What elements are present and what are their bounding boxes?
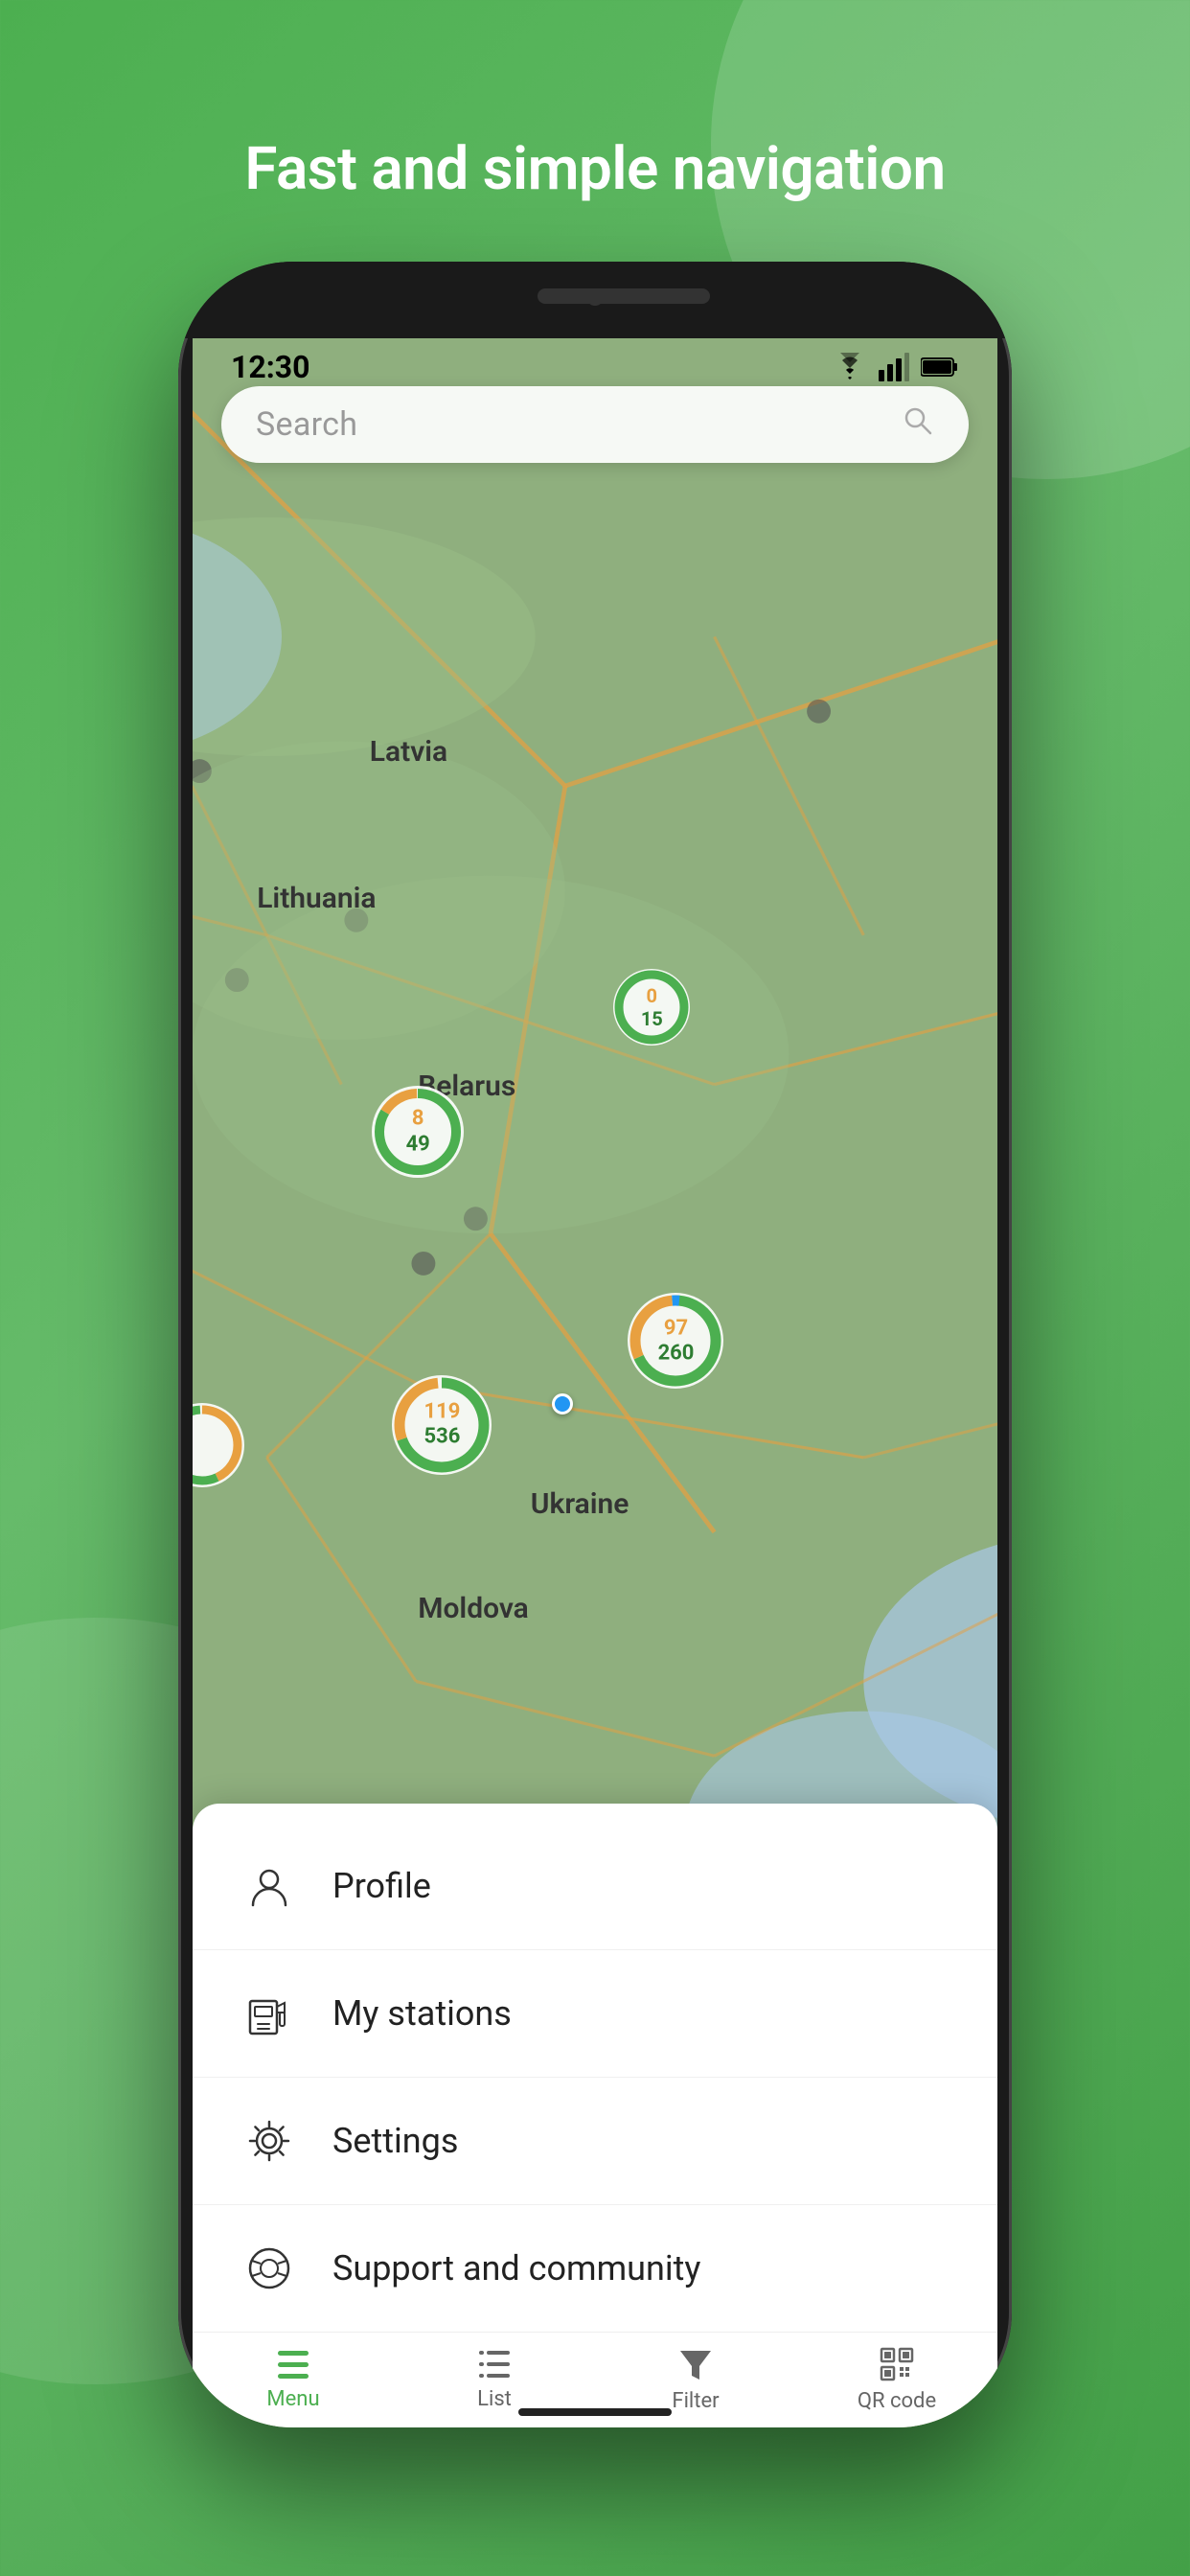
cluster-3-bottom: 536 xyxy=(423,1425,460,1450)
menu-item-settings[interactable]: Settings xyxy=(193,2078,997,2205)
nav-label-qr: QR code xyxy=(858,2389,936,2413)
cluster-2-bottom: 15 xyxy=(641,1007,663,1030)
nav-label-filter: Filter xyxy=(672,2389,719,2413)
phone-screen: Latvia Lithuania Belarus Ukraine Moldova… xyxy=(193,338,997,2427)
menu-item-profile[interactable]: Profile xyxy=(193,1823,997,1950)
menu-nav-icon xyxy=(274,2349,312,2380)
phone-speaker xyxy=(538,288,710,304)
signal-icon xyxy=(879,353,909,381)
cluster-2[interactable]: 0 15 xyxy=(606,962,698,1053)
status-icons xyxy=(833,353,959,381)
cluster-4-bottom: 260 xyxy=(658,1342,695,1367)
menu-item-support-label: Support and community xyxy=(332,2248,700,2288)
filter-nav-icon xyxy=(678,2347,713,2381)
cluster-3-top: 119 xyxy=(423,1399,460,1424)
profile-icon xyxy=(240,1857,298,1915)
cluster-1-bottom: 49 xyxy=(406,1132,430,1157)
nav-label-list: List xyxy=(477,2387,512,2411)
battery-icon xyxy=(921,356,959,378)
menu-item-my-stations-label: My stations xyxy=(332,1993,512,2034)
search-icon xyxy=(902,404,934,446)
nav-label-menu: Menu xyxy=(266,2387,319,2411)
search-bar[interactable]: Search xyxy=(221,386,969,463)
page-title: Fast and simple navigation xyxy=(244,134,945,204)
qr-nav-icon xyxy=(880,2347,914,2381)
menu-item-support[interactable]: Support and community xyxy=(193,2205,997,2332)
cluster-1-top: 8 xyxy=(406,1107,430,1132)
cluster-1[interactable]: 8 49 xyxy=(365,1079,470,1184)
nav-item-qr[interactable]: QR code xyxy=(796,2333,997,2427)
list-nav-icon xyxy=(475,2349,514,2380)
cluster-4[interactable]: 97 260 xyxy=(621,1286,731,1396)
cluster-4-top: 97 xyxy=(658,1317,695,1342)
bottom-sheet: Profile My stations xyxy=(193,1804,997,2332)
status-time: 12:30 xyxy=(231,349,309,385)
phone-top-bar xyxy=(178,262,1012,338)
nav-item-menu[interactable]: Menu xyxy=(193,2333,394,2427)
search-placeholder: Search xyxy=(256,405,902,444)
menu-item-settings-label: Settings xyxy=(332,2121,458,2161)
cluster-edge xyxy=(193,1397,250,1493)
status-bar: 12:30 xyxy=(193,338,997,396)
cluster-2-top: 0 xyxy=(641,984,663,1007)
menu-item-profile-label: Profile xyxy=(332,1866,431,1906)
cluster-3[interactable]: 119 536 xyxy=(384,1368,499,1483)
menu-item-my-stations[interactable]: My stations xyxy=(193,1950,997,2078)
support-icon xyxy=(240,2240,298,2297)
gas-station-icon xyxy=(240,1985,298,2042)
phone-frame: Latvia Lithuania Belarus Ukraine Moldova… xyxy=(178,262,1012,2427)
settings-icon xyxy=(240,2112,298,2170)
home-indicator xyxy=(518,2408,672,2416)
wifi-icon xyxy=(833,353,867,381)
